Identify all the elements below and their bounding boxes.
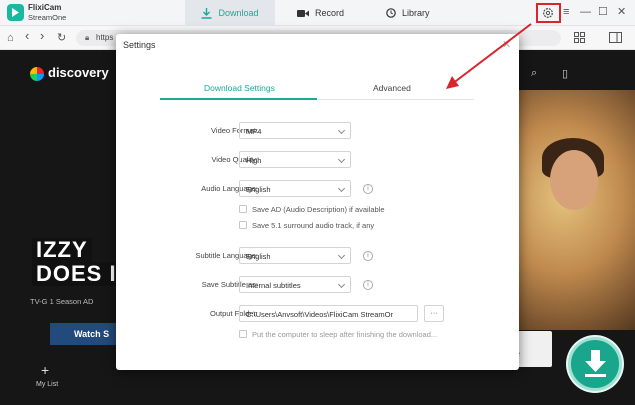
annotation-arrow-icon — [446, 23, 532, 89]
